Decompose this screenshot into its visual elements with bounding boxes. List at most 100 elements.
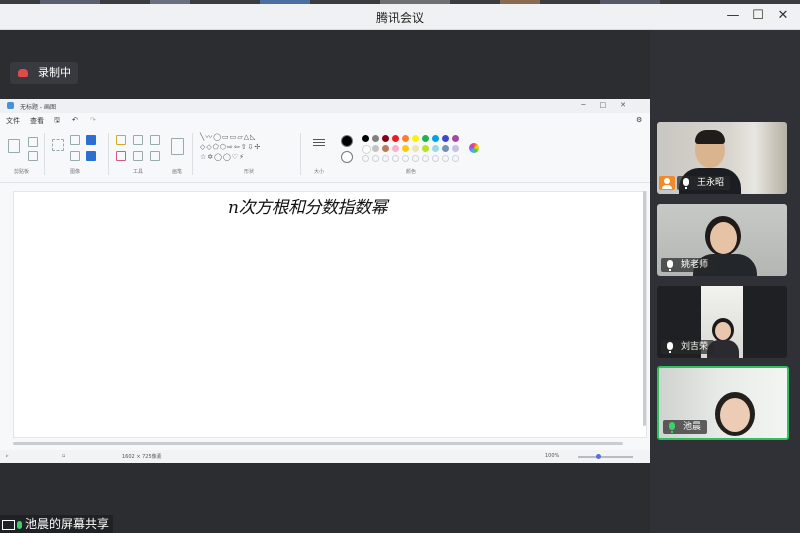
- video-tile-participant-2[interactable]: 姚老师: [657, 204, 787, 276]
- color-picker-icon[interactable]: [133, 151, 143, 161]
- video-tile-participant-3[interactable]: 刘吉荣: [657, 286, 787, 358]
- eraser-icon[interactable]: [116, 151, 126, 161]
- custom-color-slot[interactable]: [442, 155, 449, 162]
- flip-icon[interactable]: [86, 151, 96, 161]
- palette-color-swatch[interactable]: [432, 145, 439, 152]
- paint-window-controls[interactable]: ─□✕: [581, 101, 640, 109]
- custom-color-slot[interactable]: [382, 155, 389, 162]
- custom-color-slot[interactable]: [392, 155, 399, 162]
- palette-color-swatch[interactable]: [402, 135, 409, 142]
- menu-view[interactable]: 查看: [30, 116, 44, 126]
- copy-icon[interactable]: [28, 151, 38, 161]
- palette-color-swatch[interactable]: [452, 135, 459, 142]
- host-icon: [659, 176, 675, 190]
- paint-canvas[interactable]: [13, 191, 647, 438]
- group-clipboard: 剪贴板: [14, 169, 30, 175]
- palette-color-swatch[interactable]: [362, 135, 369, 142]
- custom-color-slot[interactable]: [452, 155, 459, 162]
- custom-color-slot[interactable]: [372, 155, 379, 162]
- text-icon[interactable]: [150, 135, 160, 145]
- group-image: 图像: [70, 169, 81, 175]
- custom-color-slot[interactable]: [412, 155, 419, 162]
- maximize-button[interactable]: ☐: [747, 6, 769, 26]
- minimize-button[interactable]: —: [722, 6, 744, 26]
- palette-color-swatch[interactable]: [442, 145, 449, 152]
- palette-color-swatch[interactable]: [402, 145, 409, 152]
- paint-app-icon: [7, 102, 14, 109]
- window-title: 腾讯会议: [375, 11, 424, 25]
- palette-color-swatch[interactable]: [422, 135, 429, 142]
- palette-color-swatch[interactable]: [392, 145, 399, 152]
- participant-name: 姚老师: [681, 260, 709, 270]
- shapes-gallery[interactable]: ╲〰◯▭▭▱△◺ ◇◇⬠⬡⇨⇦⇧⇩✢ ☆✡◯◯♡⚡: [200, 132, 261, 162]
- save-icon[interactable]: 🖫: [54, 116, 60, 127]
- screen-share-text: 池晨的屏幕共享: [25, 517, 110, 531]
- participant-video: [710, 222, 737, 254]
- select-icon[interactable]: [52, 139, 64, 151]
- palette-color-swatch[interactable]: [412, 135, 419, 142]
- pencil-icon[interactable]: [116, 135, 126, 145]
- microphone-active-icon: [669, 422, 675, 433]
- video-tile-participant-4[interactable]: 池晨: [657, 366, 789, 440]
- participant-name: 池晨: [683, 422, 702, 432]
- settings-icon[interactable]: ⚙: [636, 116, 642, 124]
- cloud-record-icon: [18, 69, 28, 77]
- palette-color-swatch[interactable]: [442, 135, 449, 142]
- size-icon[interactable]: [313, 139, 325, 140]
- resize-icon[interactable]: [70, 151, 80, 161]
- group-size: 大小: [314, 169, 325, 175]
- participant-video: [720, 398, 750, 432]
- palette-color-swatch[interactable]: [382, 145, 389, 152]
- palette-color-swatch[interactable]: [412, 145, 419, 152]
- brush-icon[interactable]: [171, 138, 184, 155]
- close-button[interactable]: ✕: [772, 6, 794, 26]
- edit-colors-icon[interactable]: [469, 143, 479, 153]
- custom-color-slot[interactable]: [402, 155, 409, 162]
- cut-icon[interactable]: [28, 137, 38, 147]
- participant-name-tag: 王永昭: [677, 176, 731, 190]
- custom-color-slot[interactable]: [422, 155, 429, 162]
- color2-swatch[interactable]: [341, 151, 353, 163]
- microphone-icon: [683, 178, 689, 189]
- screen-share-icon: [2, 519, 15, 530]
- custom-color-slot[interactable]: [362, 155, 369, 162]
- rotate-icon[interactable]: [86, 135, 96, 145]
- color1-swatch[interactable]: [341, 135, 353, 147]
- group-tools: 工具: [133, 169, 144, 175]
- palette-color-swatch[interactable]: [372, 145, 379, 152]
- canvas-handwritten-text: n次方根和分数指数幂: [228, 198, 387, 218]
- horizontal-scrollbar[interactable]: [13, 442, 623, 445]
- palette-color-swatch[interactable]: [432, 135, 439, 142]
- vertical-scrollbar[interactable]: [643, 191, 646, 426]
- palette-color-swatch[interactable]: [422, 145, 429, 152]
- zoom-slider[interactable]: [578, 456, 633, 458]
- video-tile-participant-1[interactable]: 王永昭: [657, 122, 787, 194]
- menu-file[interactable]: 文件: [6, 116, 20, 126]
- paste-icon[interactable]: [8, 139, 20, 153]
- redo-icon[interactable]: ↷: [90, 116, 96, 124]
- recording-indicator[interactable]: 录制中: [10, 62, 78, 84]
- custom-color-slot[interactable]: [432, 155, 439, 162]
- palette-color-swatch[interactable]: [452, 145, 459, 152]
- participant-name-tag: 刘吉荣: [661, 340, 715, 354]
- microphone-active-icon: [17, 520, 22, 529]
- palette-color-swatch[interactable]: [392, 135, 399, 142]
- ribbon-divider: [192, 133, 193, 175]
- palette-color-swatch[interactable]: [372, 135, 379, 142]
- undo-icon[interactable]: ↶: [72, 116, 78, 124]
- paint-ribbon: 剪贴板 图像 工具 画笔 ╲〰◯▭▭▱△◺ ◇◇⬠⬡⇨⇦⇧⇩✢ ☆✡◯◯♡⚡ 形状 …: [0, 127, 650, 183]
- participant-sidebar: [650, 30, 800, 533]
- crop-icon[interactable]: [70, 135, 80, 145]
- microphone-icon: [667, 260, 673, 271]
- magnifier-icon[interactable]: [150, 151, 160, 161]
- zoom-slider-thumb[interactable]: [596, 454, 601, 459]
- fill-icon[interactable]: [133, 135, 143, 145]
- palette-color-swatch[interactable]: [382, 135, 389, 142]
- paint-title: 无标题 - 画图: [20, 104, 56, 111]
- participant-name: 王永昭: [697, 178, 725, 188]
- palette-color-swatch[interactable]: [362, 145, 371, 154]
- paint-window: 无标题 - 画图 ─□✕ 文件 查看 🖫 ↶ ↷ ⚙ 剪贴板 图像 工具 画笔 …: [0, 99, 650, 463]
- canvas-size-text: 1602 × 725像素: [122, 454, 162, 460]
- group-brush: 画笔: [172, 169, 183, 175]
- ribbon-divider: [300, 133, 301, 175]
